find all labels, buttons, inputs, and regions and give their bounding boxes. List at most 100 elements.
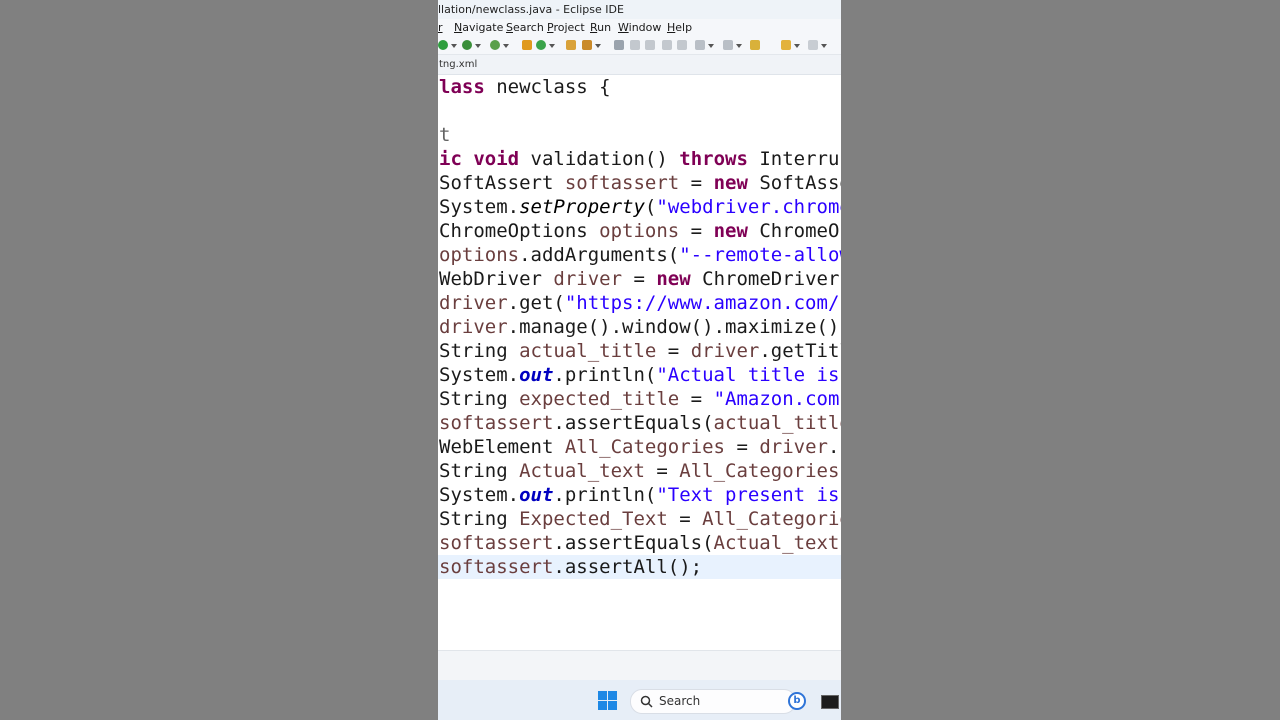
- toggle-mark-icon[interactable]: [614, 40, 624, 50]
- menu-item-window[interactable]: Window: [618, 21, 661, 34]
- code-line[interactable]: SoftAssert softassert = new SoftAssert: [439, 171, 841, 195]
- code-token: .assertAll();: [553, 556, 703, 578]
- code-token: t: [439, 124, 451, 146]
- app-window-icon[interactable]: [821, 695, 839, 709]
- open-type-icon[interactable]: [566, 40, 576, 50]
- code-token: SoftAssert: [759, 172, 841, 194]
- code-token: Expected_Text: [519, 508, 668, 530]
- code-token: options: [599, 220, 680, 242]
- code-line[interactable]: driver.get("https://www.amazon.com/");: [439, 291, 841, 315]
- menu-item-search[interactable]: Search: [506, 21, 544, 34]
- tab-testng-xml[interactable]: tng.xml: [439, 59, 477, 70]
- code-line[interactable]: t: [439, 123, 450, 147]
- code-line[interactable]: ic void validation() throws Interrupte: [439, 147, 841, 171]
- code-token: .manage().window().maximize();: [507, 316, 841, 338]
- menu-item-navigate[interactable]: Navigate: [454, 21, 503, 34]
- left-background: [0, 0, 438, 720]
- code-token: System.: [439, 196, 520, 218]
- code-line[interactable]: WebDriver driver = new ChromeDriver(op: [439, 267, 841, 291]
- code-line[interactable]: lass newclass {: [439, 75, 611, 99]
- code-line[interactable]: System.setProperty("webdriver.chrome.c: [439, 195, 841, 219]
- back-arrow-icon[interactable]: [781, 40, 800, 50]
- code-line[interactable]: String actual_title = driver.getTitle(: [439, 339, 841, 363]
- code-token: System.: [439, 484, 520, 506]
- editor-tab-bar: tng.xml: [438, 55, 841, 75]
- code-token: .addArguments(: [519, 244, 680, 266]
- menu-item-r[interactable]: r: [438, 21, 443, 34]
- copilot-icon[interactable]: b: [788, 692, 806, 710]
- edit-icon-1[interactable]: [630, 40, 640, 50]
- code-token: All_Categories: [679, 460, 840, 482]
- menu-bar: r Navigate Search Project Run Window Hel…: [438, 19, 841, 37]
- code-token: driver: [759, 436, 828, 458]
- search-label: Search: [659, 694, 701, 708]
- edit-icon-3[interactable]: [662, 40, 672, 50]
- run-debug-icon[interactable]: [438, 40, 457, 50]
- navigate-icon[interactable]: [723, 40, 742, 50]
- code-line[interactable]: String Expected_Text = All_Categories.: [439, 507, 841, 531]
- code-token: (: [644, 196, 657, 218]
- taskbar-search[interactable]: Search: [630, 689, 796, 714]
- code-token: SoftAssert: [439, 172, 565, 194]
- code-token: "Text present is: ": [656, 484, 841, 506]
- edit-icon-2[interactable]: [645, 40, 655, 50]
- code-token: Interrupte: [759, 148, 841, 170]
- code-token: String: [439, 340, 520, 362]
- menu-item-help[interactable]: Help: [667, 21, 692, 34]
- code-line[interactable]: System.out.println("Text present is: ": [439, 483, 841, 507]
- code-line[interactable]: driver.manage().window().maximize();: [439, 315, 841, 339]
- code-token: Actual_text: [519, 460, 645, 482]
- taskbar: Search b: [438, 680, 841, 720]
- code-line[interactable]: options.addArguments("--remote-allow-c: [439, 243, 841, 267]
- show-whitespace-icon[interactable]: [677, 40, 687, 50]
- status-bar: [438, 650, 841, 681]
- code-token: "Amazon.com. S: [713, 388, 841, 410]
- code-token: driver: [439, 316, 508, 338]
- code-token: expected_title: [519, 388, 680, 410]
- code-token: .getTitle(: [759, 340, 841, 362]
- windows-start-icon[interactable]: [598, 691, 617, 710]
- code-token: WebElement: [439, 436, 565, 458]
- menu-item-run[interactable]: Run: [590, 21, 611, 34]
- code-token: new: [656, 268, 691, 290]
- code-token: "--remote-allow-c: [679, 244, 841, 266]
- code-token: new: [713, 172, 748, 194]
- eclipse-window: llation/newclass.java - Eclipse IDE r Na…: [438, 0, 841, 720]
- search-icon: [640, 695, 653, 708]
- code-token: driver: [439, 292, 508, 314]
- code-line[interactable]: ChromeOptions options = new ChromeOpti: [439, 219, 841, 243]
- forward-arrow-icon[interactable]: [808, 40, 827, 50]
- code-token: .println(: [553, 484, 657, 506]
- code-token: throws: [679, 148, 748, 170]
- last-edit-icon[interactable]: [750, 40, 760, 50]
- code-line[interactable]: softassert.assertEquals(Actual_text, E: [439, 531, 841, 555]
- search-tool-icon[interactable]: [582, 40, 601, 50]
- code-token: lass: [439, 76, 485, 98]
- code-line[interactable]: String expected_title = "Amazon.com. S: [439, 387, 841, 411]
- menu-item-project[interactable]: Project: [547, 21, 585, 34]
- code-token: Actual_text: [713, 532, 840, 554]
- coverage-icon[interactable]: [490, 40, 509, 50]
- code-token: =: [667, 508, 703, 530]
- code-token: softassert: [439, 412, 554, 434]
- code-token: "webdriver.chrome.c: [656, 196, 841, 218]
- annotation-icon[interactable]: [695, 40, 714, 50]
- code-token: String: [439, 460, 520, 482]
- code-token: All_Categories: [564, 436, 725, 458]
- code-token: =: [656, 340, 691, 362]
- code-line[interactable]: String Actual_text = All_Categories.ge: [439, 459, 841, 483]
- code-token: WebDriver: [439, 268, 554, 290]
- code-token: void: [473, 148, 520, 170]
- code-line[interactable]: WebElement All_Categories = driver.fir: [439, 435, 841, 459]
- code-line[interactable]: softassert.assertAll();: [438, 555, 841, 579]
- code-line[interactable]: softassert.assertEquals(actual_title,: [439, 411, 841, 435]
- run-icon[interactable]: [462, 40, 481, 50]
- code-token: setProperty: [519, 196, 645, 218]
- window-title: llation/newclass.java - Eclipse IDE: [438, 3, 624, 16]
- code-token: All_Categories: [702, 508, 841, 530]
- code-token: newclass {: [484, 76, 611, 98]
- new-package-icon[interactable]: [522, 40, 532, 50]
- new-class-icon[interactable]: [536, 40, 555, 50]
- code-line[interactable]: System.out.println("Actual title is: ": [439, 363, 841, 387]
- code-editor[interactable]: lass newclass { t ic void validation() thr…: [438, 75, 841, 650]
